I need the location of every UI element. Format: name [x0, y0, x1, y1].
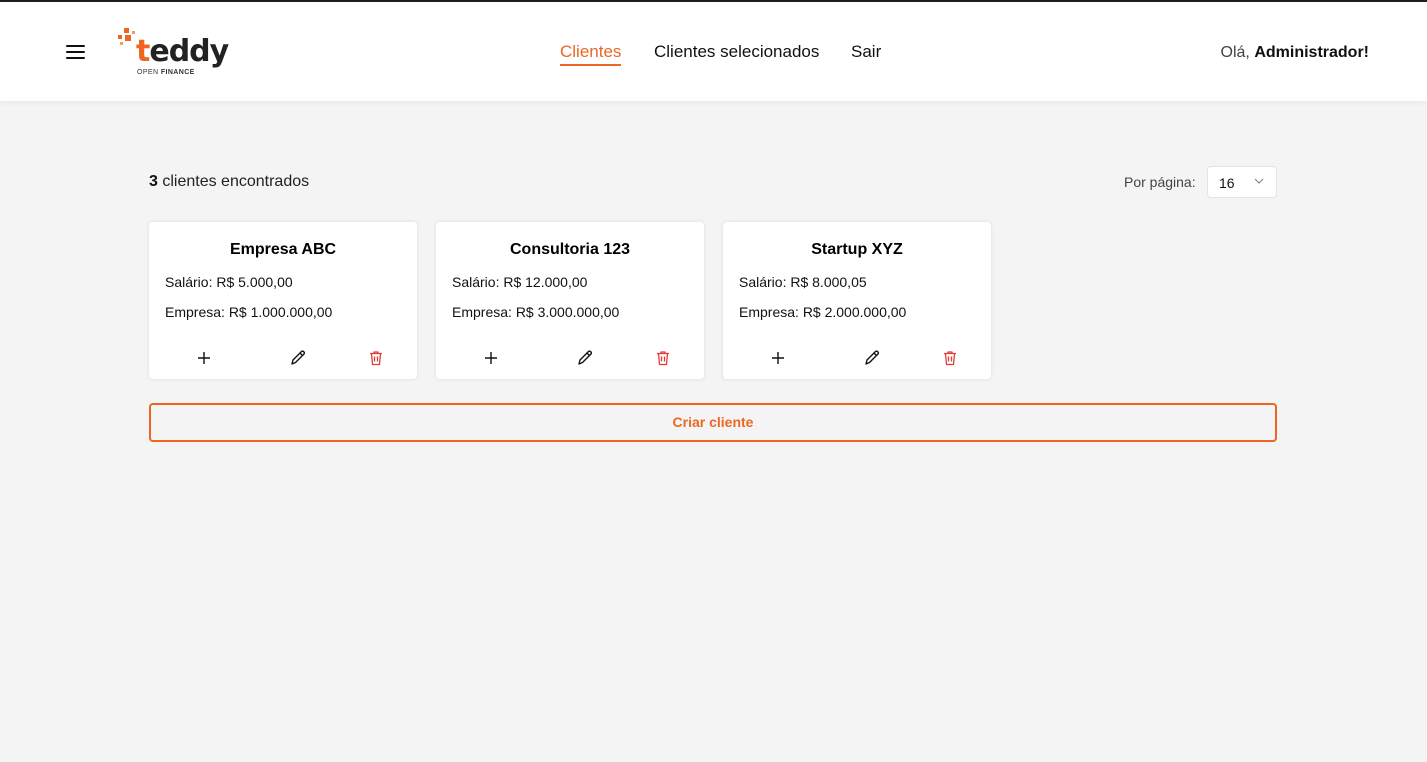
client-company-value: Empresa: R$ 1.000.000,00 [165, 304, 333, 320]
clients-count: 3 clientes encontrados [149, 173, 309, 191]
nav-sair[interactable]: Sair [851, 42, 881, 62]
logo-wordmark: teddy [136, 34, 229, 69]
pencil-icon[interactable] [863, 349, 881, 367]
per-page-value: 16 [1219, 175, 1235, 191]
plus-icon[interactable] [482, 349, 500, 367]
nav-clientes-selecionados[interactable]: Clientes selecionados [654, 42, 819, 62]
pencil-icon[interactable] [576, 349, 594, 367]
per-page-label: Por página: [1124, 174, 1196, 190]
client-company-value: Empresa: R$ 2.000.000,00 [739, 304, 907, 320]
greeting-prefix: Olá, [1220, 44, 1250, 61]
pencil-icon[interactable] [289, 349, 307, 367]
trash-icon[interactable] [654, 349, 672, 367]
nav-clientes[interactable]: Clientes [560, 42, 622, 66]
client-name: Empresa ABC [229, 241, 337, 258]
create-client-button[interactable]: Criar cliente [149, 403, 1277, 442]
trash-icon[interactable] [941, 349, 959, 367]
client-card: Consultoria 123 Salário: R$ 12.000,00 Em… [436, 222, 704, 379]
client-company-value: Empresa: R$ 3.000.000,00 [452, 304, 620, 320]
client-card: Empresa ABC Salário: R$ 5.000,00 Empresa… [149, 222, 417, 379]
client-salary: Salário: R$ 12.000,00 [452, 274, 588, 290]
teddy-logo[interactable]: teddy OPEN FINANCE [118, 26, 229, 80]
trash-icon[interactable] [367, 349, 385, 367]
clients-count-label: clientes encontrados [162, 173, 310, 190]
client-salary: Salário: R$ 8.000,05 [739, 274, 867, 290]
client-card: Startup XYZ Salário: R$ 8.000,05 Empresa… [723, 222, 991, 379]
client-name: Consultoria 123 [509, 241, 631, 258]
per-page-select[interactable]: 16 [1207, 166, 1277, 198]
chevron-down-icon [1254, 178, 1264, 184]
greeting-user-name: Administrador! [1254, 44, 1369, 61]
client-name: Startup XYZ [811, 241, 903, 258]
app-header: teddy OPEN FINANCE Clientes Clientes sel… [0, 2, 1427, 101]
menu-icon[interactable] [66, 43, 86, 61]
logo-subtitle: OPEN FINANCE [137, 69, 195, 76]
clients-count-number: 3 [149, 173, 158, 190]
user-greeting: Olá, Administrador! [1221, 44, 1369, 62]
plus-icon[interactable] [769, 349, 787, 367]
client-salary: Salário: R$ 5.000,00 [165, 274, 293, 290]
plus-icon[interactable] [195, 349, 213, 367]
